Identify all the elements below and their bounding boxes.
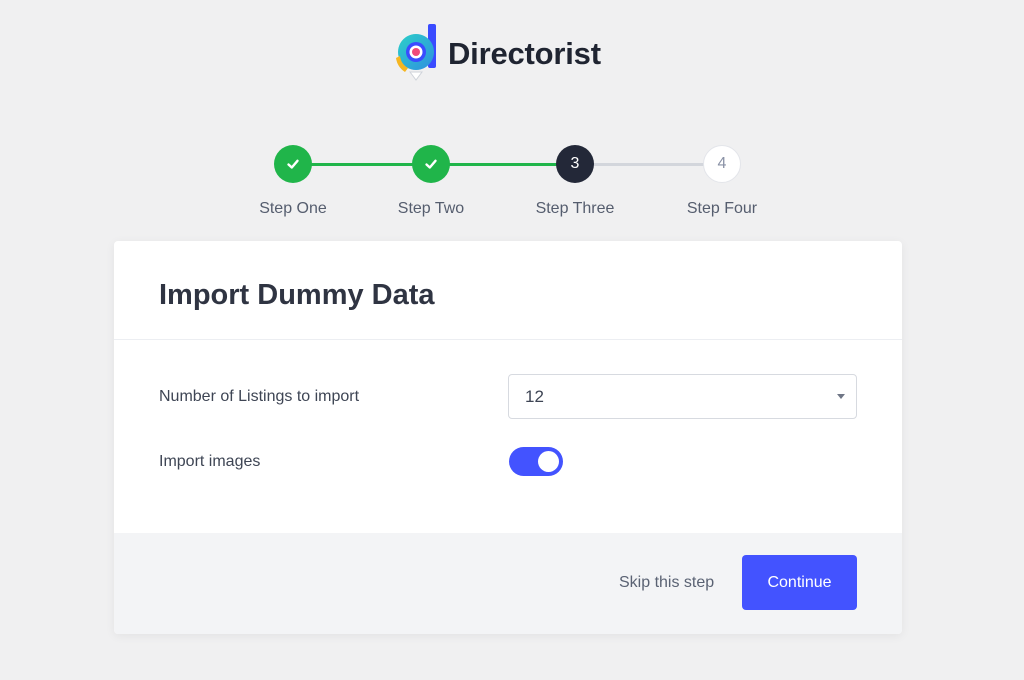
check-icon (425, 159, 437, 169)
card-footer: Skip this step Continue (114, 533, 902, 634)
step-complete-circle (412, 145, 450, 183)
step-number-circle: 3 (556, 145, 594, 183)
card-body: Number of Listings to import 12 Import i… (114, 340, 902, 532)
import-dummy-data-card: Import Dummy Data Number of Listings to … (114, 241, 902, 634)
step-one: Step One (223, 145, 363, 218)
step-number-circle: 4 (703, 145, 741, 183)
step-four: 4 Step Four (652, 145, 792, 218)
listings-count-value: 12 (525, 386, 544, 406)
step-two: Step Two (361, 145, 501, 218)
step-label: Step Two (397, 200, 465, 217)
step-label: Step One (259, 200, 327, 217)
import-images-toggle[interactable] (509, 447, 563, 476)
continue-button[interactable]: Continue (742, 555, 857, 610)
toggle-knob (538, 451, 559, 472)
setup-stepper: Step One Step Two 3 Step Three 4 Step Fo… (0, 0, 1024, 230)
chevron-down-icon (837, 394, 845, 399)
step-label: Step Three (535, 200, 615, 217)
check-icon (287, 159, 299, 169)
listings-count-select[interactable]: 12 (508, 374, 857, 419)
card-header: Import Dummy Data (114, 241, 902, 340)
listings-count-label: Number of Listings to import (159, 388, 360, 405)
skip-step-link[interactable]: Skip this step (619, 574, 714, 592)
step-three: 3 Step Three (505, 145, 645, 218)
card-title: Import Dummy Data (159, 279, 435, 311)
step-complete-circle (274, 145, 312, 183)
import-images-label: Import images (159, 453, 261, 470)
step-label: Step Four (686, 200, 758, 217)
